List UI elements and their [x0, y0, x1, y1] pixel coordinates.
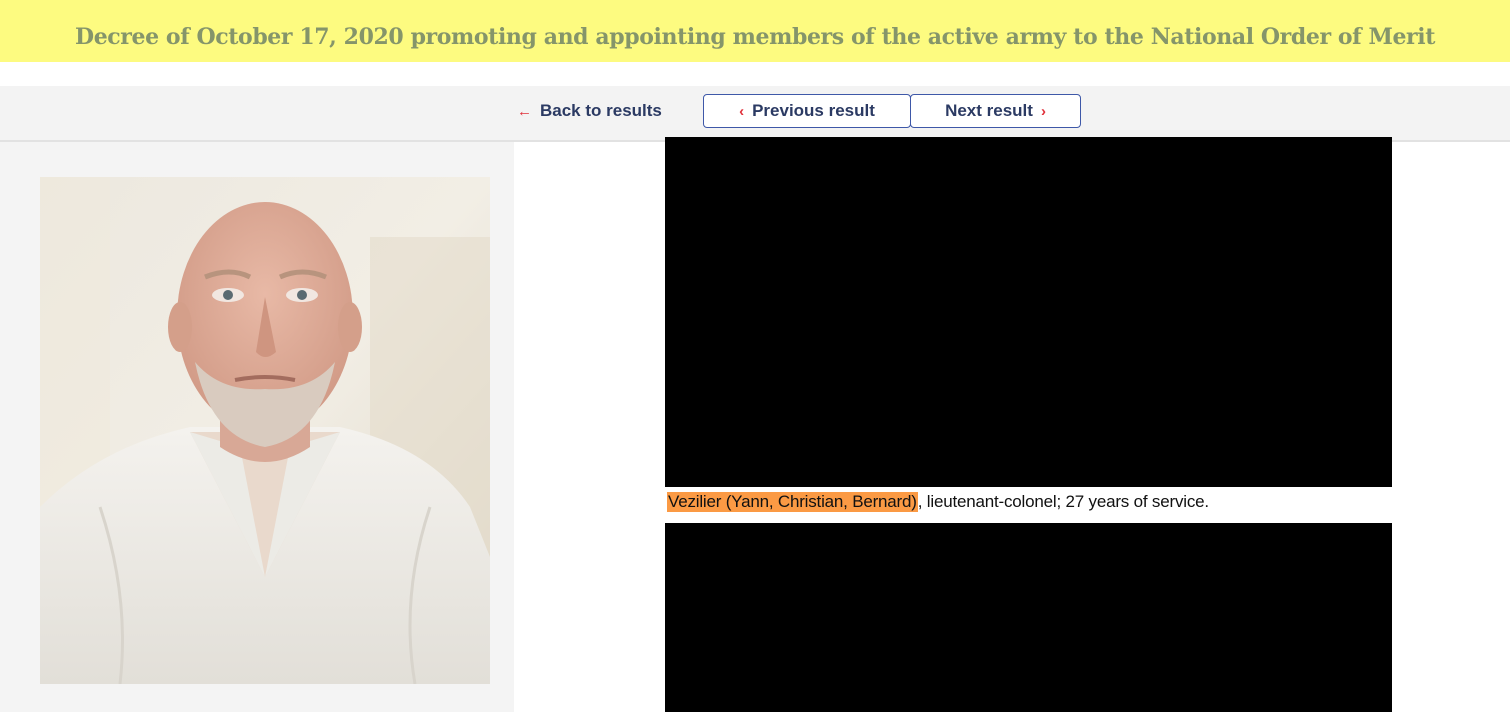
highlighted-name: Vezilier (Yann, Christian, Bernard) [667, 492, 918, 512]
left-arrow-icon: ← [517, 102, 532, 120]
record-entry: Vezilier (Yann, Christian, Bernard) , li… [667, 489, 1209, 515]
back-to-results-link[interactable]: ← Back to results [517, 99, 662, 123]
page-title: Decree of October 17, 2020 promoting and… [75, 24, 1435, 50]
chevron-left-icon: ‹ [739, 102, 745, 120]
chevron-right-icon: › [1040, 102, 1046, 120]
previous-result-label: Previous result [752, 101, 875, 120]
back-to-results-label: Back to results [540, 101, 662, 120]
previous-result-button[interactable]: ‹ Previous result [703, 94, 911, 128]
next-result-label: Next result [945, 101, 1033, 120]
next-result-button[interactable]: Next result › [910, 94, 1081, 128]
portrait-photo [40, 177, 490, 684]
redacted-block-top [665, 137, 1392, 487]
record-details: , lieutenant-colonel; 27 years of servic… [917, 492, 1209, 511]
redacted-block-bottom [665, 523, 1392, 712]
